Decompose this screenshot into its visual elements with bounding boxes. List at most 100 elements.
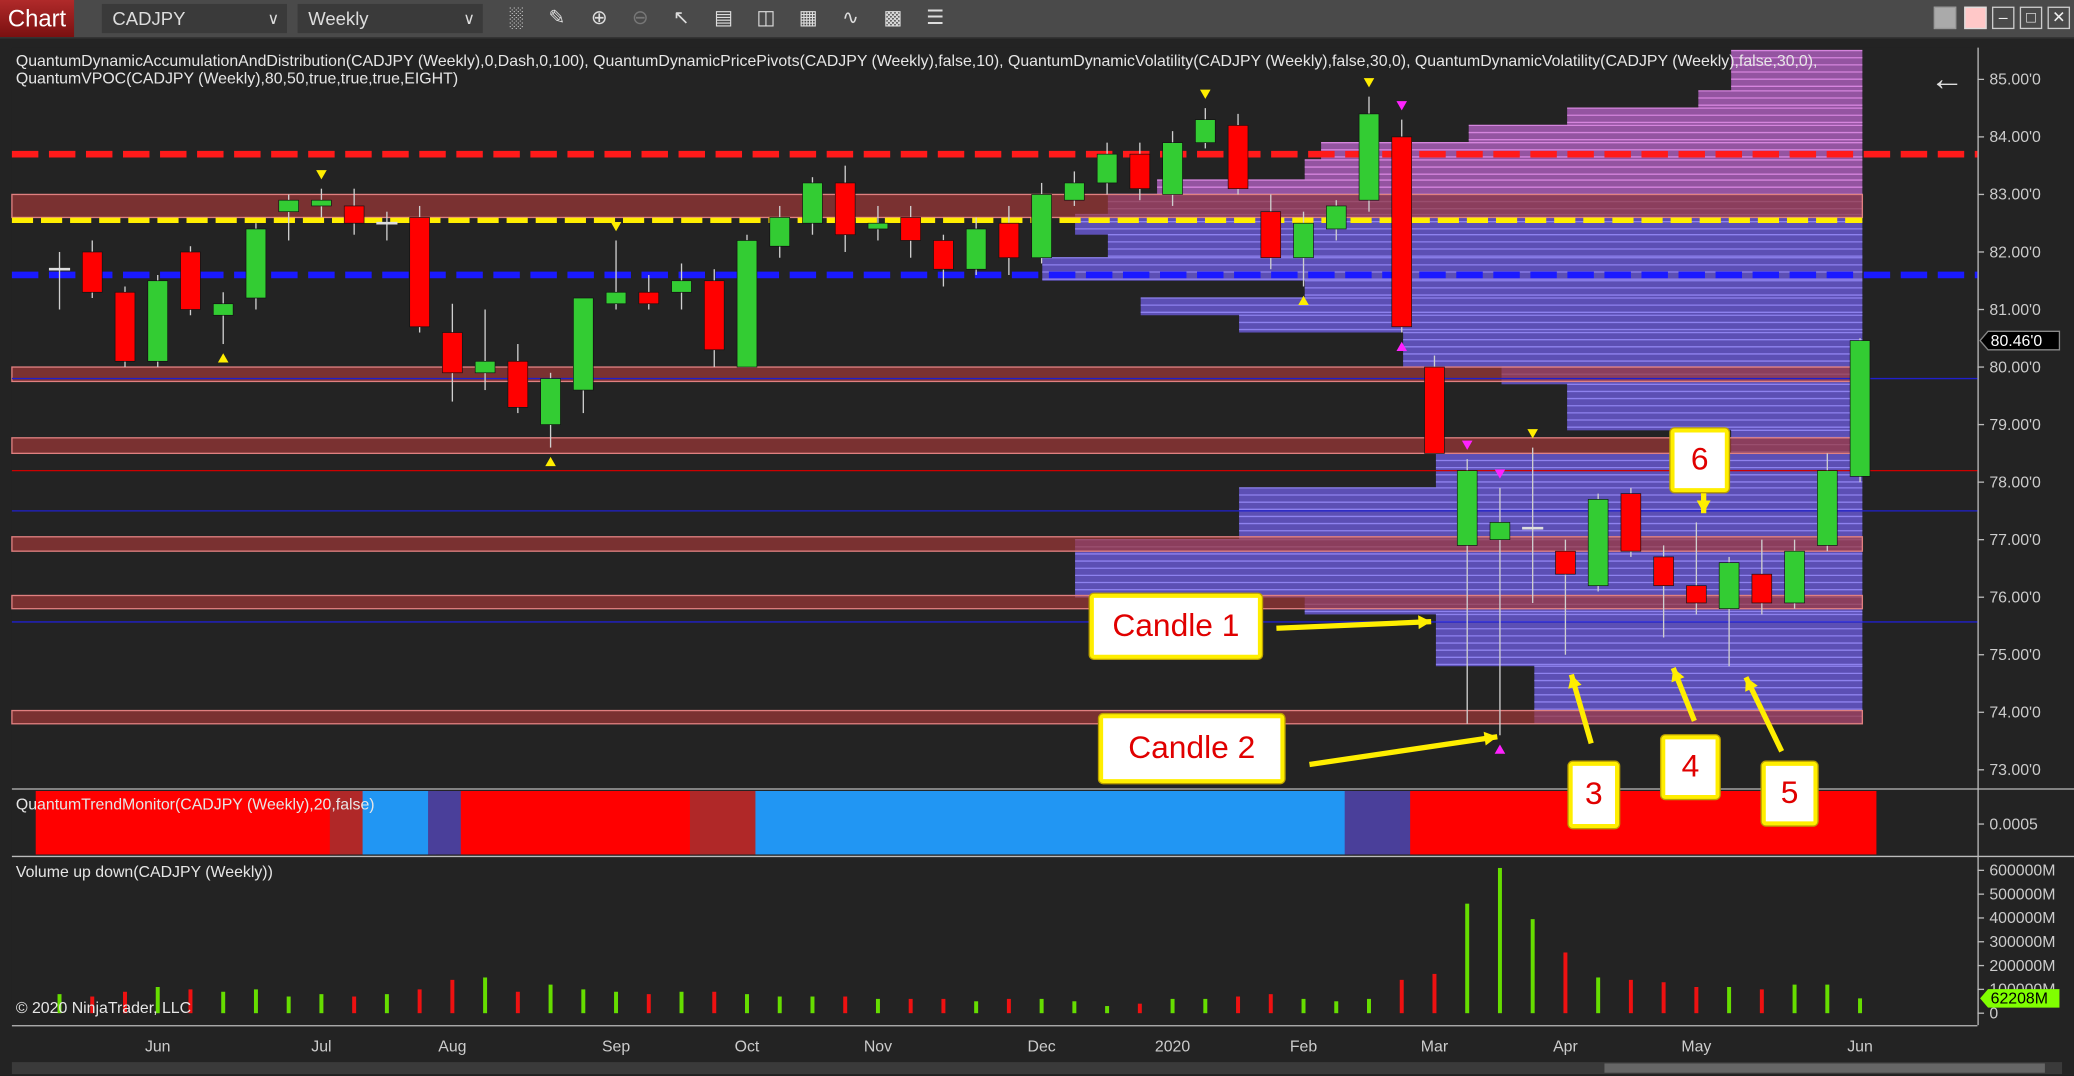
volume-bar — [417, 989, 422, 1014]
data-box-icon[interactable]: ▤ — [710, 5, 736, 31]
candle-body — [736, 240, 758, 368]
volume-bar — [1039, 998, 1044, 1014]
minimize-button[interactable]: – — [1991, 6, 2015, 30]
volume-tick-label: 0 — [1989, 1005, 1998, 1022]
candle — [1031, 182, 1052, 264]
candle-body — [1751, 573, 1773, 604]
candle — [1849, 338, 1871, 483]
candle-body — [82, 251, 103, 293]
candle-body — [1031, 194, 1052, 259]
volume-bar — [1858, 998, 1863, 1014]
candle-body — [278, 199, 299, 213]
time-axis-label: Feb — [1290, 1039, 1318, 1056]
candle-body — [1849, 340, 1871, 477]
price-tick-label: 84.00'0 — [1989, 129, 2041, 146]
candle-body — [1817, 470, 1838, 546]
volume-bar — [1236, 996, 1241, 1014]
candle-body — [965, 228, 987, 270]
interval-selector[interactable]: Weekly ∨ — [297, 3, 483, 34]
candle — [736, 234, 758, 368]
chart-menu-button[interactable]: Chart — [0, 0, 75, 38]
price-tick-label: 79.00'0 — [1989, 417, 2041, 434]
volume-profile-bar — [1239, 487, 1863, 540]
volume-bar — [450, 979, 455, 1014]
close-button[interactable]: ✕ — [2047, 6, 2071, 30]
candle-body — [1227, 125, 1249, 190]
link-color-button[interactable] — [1933, 6, 1957, 30]
time-axis-label: May — [1681, 1039, 1711, 1056]
volume-bar — [319, 994, 324, 1014]
candle-body — [998, 222, 1020, 259]
candle-body — [1391, 136, 1412, 328]
indicator-label-line1: QuantumDynamicAccumulationAndDistributio… — [15, 51, 1818, 71]
scrollbar-thumb[interactable] — [1604, 1063, 2045, 1073]
volume-bar — [646, 994, 651, 1014]
candle-body — [769, 217, 790, 247]
price-chart[interactable]: 85.00'0 84.00'0 83.00'0 82.00'0 81.00'0 80.00… — [0, 37, 2074, 1075]
candle-body — [1620, 493, 1642, 552]
volume-bar — [1563, 952, 1568, 1014]
volume-tick-label: 500000M — [1989, 886, 2055, 903]
volume-profile-bar — [1304, 159, 1863, 181]
volume-bar — [1694, 986, 1699, 1014]
candle — [409, 205, 430, 333]
volume-bar — [1792, 984, 1797, 1014]
volume-bar — [679, 991, 684, 1014]
volume-bar — [1072, 1001, 1077, 1014]
drawing-tool-icon[interactable]: ✎ — [544, 5, 570, 31]
price-tick-label: 76.00'0 — [1989, 589, 2041, 606]
candle-body — [1489, 522, 1511, 540]
candle — [1162, 131, 1183, 206]
volume-bar — [875, 998, 880, 1014]
volume-bar — [1759, 989, 1764, 1014]
volume-bar — [1727, 986, 1732, 1014]
volume-bar — [810, 996, 815, 1014]
accumulation-zone — [11, 594, 1864, 610]
trend-segment — [689, 790, 764, 855]
chart-trader-icon[interactable]: ▦ — [795, 5, 821, 31]
current-volume-label: 62208M — [1991, 991, 2048, 1008]
volume-profile-bar — [1698, 90, 1863, 109]
candle-body — [474, 360, 496, 374]
candle-body — [409, 217, 430, 328]
accumulation-zone — [11, 437, 1864, 455]
price-tick-label: 75.00'0 — [1989, 647, 2041, 664]
volume-bar — [712, 991, 717, 1014]
price-tick-label: 73.00'0 — [1989, 762, 2041, 779]
trend-segment — [755, 790, 1353, 855]
volume-panel — [11, 857, 1978, 1026]
maximize-button[interactable]: □ — [2019, 6, 2043, 30]
zoom-in-icon[interactable]: ⊕ — [586, 5, 612, 31]
interval-value: Weekly — [308, 7, 369, 30]
candle-body — [180, 251, 201, 310]
tab-color-button[interactable] — [1964, 6, 1987, 30]
indicators-icon[interactable]: ▩ — [880, 5, 906, 31]
price-tick-label: 81.00'0 — [1989, 302, 2041, 319]
volume-bar — [1596, 977, 1601, 1014]
volume-bar — [843, 996, 848, 1014]
properties-icon[interactable]: ◫ — [753, 5, 779, 31]
callout-6: 6 — [1670, 428, 1729, 493]
volume-label: Volume up down(CADJPY (Weekly)) — [15, 862, 273, 881]
pointer-icon[interactable]: ↖ — [668, 5, 694, 31]
candle-body — [1129, 153, 1151, 190]
candle — [180, 246, 201, 316]
volume-profile-bar — [1403, 331, 1863, 368]
volume-bar — [1006, 998, 1011, 1014]
time-axis-label: Apr — [1553, 1039, 1578, 1056]
candle-body — [1064, 182, 1085, 201]
volume-bar — [1137, 1003, 1142, 1014]
back-arrow-icon[interactable]: ← — [1930, 58, 1964, 99]
time-axis-label: Mar — [1421, 1039, 1449, 1056]
candle-body — [1587, 499, 1609, 587]
toolbar: Chart CADJPY ∨ Weekly ∨ ░ ✎ ⊕ ⊖ ↖ ▤ ◫ ▦ ∿ … — [0, 0, 2074, 39]
volume-bar — [286, 996, 291, 1014]
time-axis-label: Dec — [1028, 1039, 1056, 1056]
strategy-icon[interactable]: ∿ — [837, 5, 863, 31]
instrument-selector[interactable]: CADJPY ∨ — [101, 3, 288, 34]
candle-body — [114, 291, 136, 362]
list-icon[interactable]: ☰ — [922, 5, 948, 31]
time-axis-label: Oct — [735, 1039, 760, 1056]
zoom-out-icon[interactable]: ⊖ — [627, 5, 653, 31]
bar-type-icon[interactable]: ░ — [503, 5, 529, 31]
